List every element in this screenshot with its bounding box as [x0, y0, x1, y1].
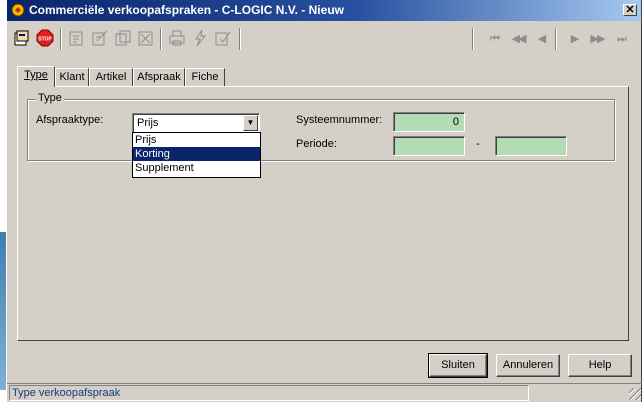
app-icon [11, 3, 25, 17]
periode-label: Periode: [296, 138, 337, 150]
new-record-icon[interactable] [11, 27, 33, 49]
tab-label: Fiche [191, 71, 219, 83]
previous-page-icon: ◀◀ [511, 33, 527, 45]
groupbox-title: Type [36, 92, 64, 104]
status-text: Type verkoopafspraak [9, 385, 529, 401]
systeemnummer-label: Systeemnummer: [296, 114, 383, 126]
tab-label: Klant [59, 71, 85, 83]
dropdown-option-prijs[interactable]: Prijs [133, 133, 260, 147]
previous-record-icon: ◀ [537, 33, 546, 45]
edit-icon [66, 27, 88, 49]
copy-icon [112, 27, 134, 49]
afspraaktype-label: Afspraaktype: [36, 114, 104, 126]
dropdown-option-supplement[interactable]: Supplement [133, 161, 260, 175]
first-record-icon: ⏮ [490, 33, 500, 45]
chevron-down-icon[interactable]: ▼ [243, 115, 258, 131]
status-bar: Type verkoopafspraak [7, 383, 642, 402]
lightning-icon [189, 27, 211, 49]
annuleren-button[interactable]: Annuleren [496, 354, 560, 377]
type-groupbox: Type Afspraaktype: Systeemnummer: 0 Peri… [27, 92, 615, 161]
resize-grip-icon[interactable] [629, 388, 641, 400]
print-icon [166, 27, 188, 49]
next-page-icon: ▶▶ [590, 33, 606, 45]
window-title: Commerciële verkoopafspraken - C-LOGIC N… [29, 3, 344, 17]
help-button[interactable]: Help [568, 354, 632, 377]
toolbar: STOP ⏮ ◀◀ ◀ ▶ ▶▶ ⏭ [7, 24, 641, 54]
periode-separator: - [476, 138, 480, 150]
tab-klant[interactable]: Klant [55, 68, 89, 86]
afspraaktype-select[interactable]: Prijs ▼ [132, 113, 260, 133]
svg-text:STOP: STOP [38, 37, 52, 43]
sluiten-button[interactable]: Sluiten [428, 353, 488, 378]
periode-from-field[interactable] [393, 136, 465, 156]
afspraaktype-dropdown: Prijs Korting Supplement [132, 132, 261, 178]
dropdown-option-korting[interactable]: Korting [133, 147, 260, 161]
periode-to-field[interactable] [495, 136, 567, 156]
delete-icon [135, 27, 157, 49]
tab-label: Type [24, 69, 48, 81]
approve-icon [212, 27, 234, 49]
tab-type[interactable]: Type [17, 66, 55, 87]
afspraaktype-value: Prijs [137, 117, 159, 129]
edit-doc-icon [89, 27, 111, 49]
tab-label: Afspraak [137, 71, 181, 83]
tab-afspraak[interactable]: Afspraak [133, 68, 185, 86]
tab-fiche[interactable]: Fiche [185, 68, 225, 86]
tab-label: Artikel [95, 71, 127, 83]
systeemnummer-field[interactable]: 0 [393, 112, 465, 132]
main-window: Commerciële verkoopafspraken - C-LOGIC N… [6, 0, 642, 402]
tab-panel-type: Type Afspraaktype: Systeemnummer: 0 Peri… [17, 86, 629, 341]
stop-icon[interactable]: STOP [34, 27, 56, 49]
next-record-icon: ▶ [570, 33, 579, 45]
close-button[interactable]: ✕ [623, 4, 637, 16]
last-record-icon: ⏭ [617, 33, 627, 45]
title-bar[interactable]: Commerciële verkoopafspraken - C-LOGIC N… [7, 0, 641, 21]
tab-artikel[interactable]: Artikel [89, 68, 133, 86]
